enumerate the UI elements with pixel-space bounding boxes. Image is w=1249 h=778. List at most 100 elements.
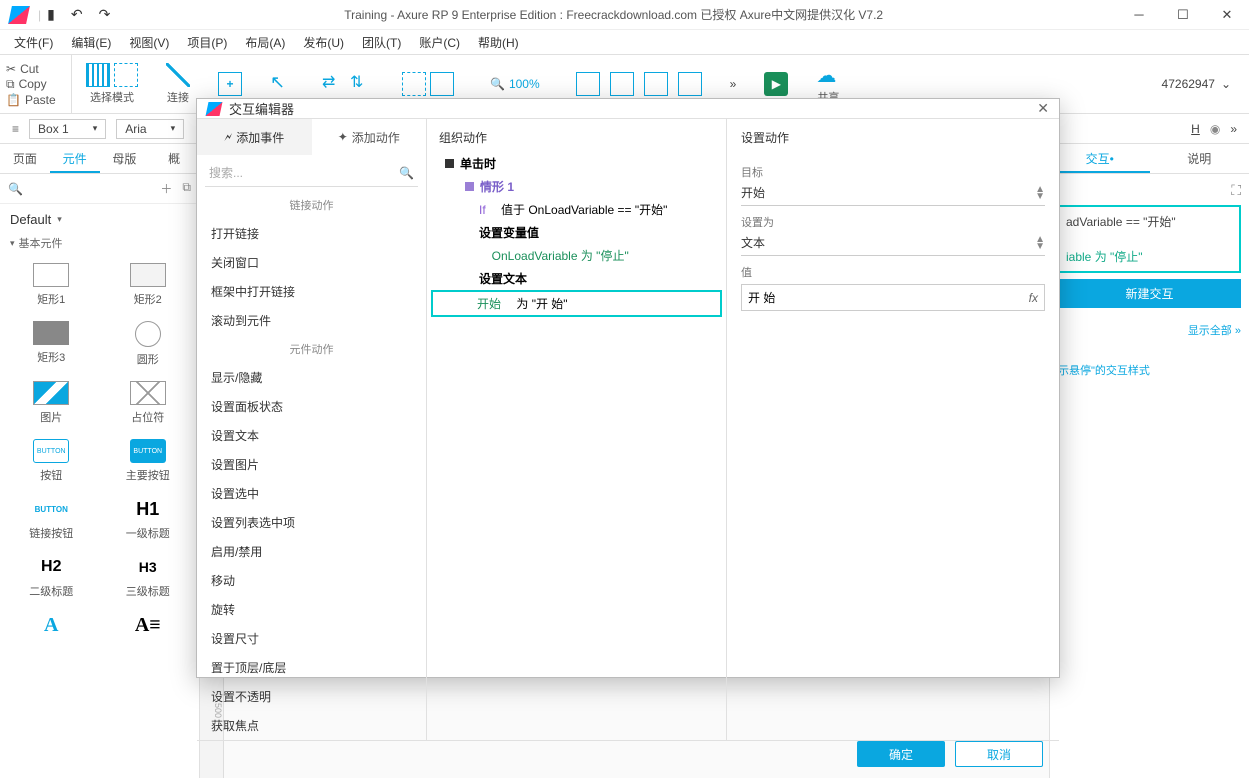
menu-publish[interactable]: 发布(U) (303, 34, 344, 51)
add-icon[interactable]: ＋ (160, 180, 172, 197)
action-size[interactable]: 设置尺寸 (197, 624, 426, 653)
action-move[interactable]: 移动 (197, 566, 426, 595)
right-body: ⛶ adVariable == "开始" iable 为 "停止" 新建交互 显… (1050, 174, 1249, 386)
action-close-window[interactable]: 关闭窗口 (197, 248, 426, 277)
font-select[interactable]: Aria (116, 119, 184, 139)
tab-widgets[interactable]: 元件 (50, 144, 100, 173)
target-select[interactable]: 开始▲▼ (741, 180, 1045, 206)
minimize-button[interactable]: ─ (1117, 0, 1161, 30)
fx-button[interactable]: fx (1029, 291, 1038, 305)
action-search[interactable]: 搜索...🔍 (205, 159, 418, 187)
widget-text2[interactable]: A≡ (103, 609, 194, 641)
zoom-control[interactable]: 🔍100% (468, 77, 562, 91)
action-open-link[interactable]: 打开链接 (197, 219, 426, 248)
maximize-button[interactable]: ☐ (1161, 0, 1205, 30)
tab-outline[interactable]: 概 (149, 144, 199, 173)
shape-select[interactable]: Box 1 (29, 119, 106, 139)
style-icon[interactable]: ≡ (12, 122, 19, 136)
undo-icon[interactable]: ↶ (71, 6, 83, 23)
action-set-image[interactable]: 设置图片 (197, 450, 426, 479)
tab-add-action[interactable]: ✦添加动作 (312, 119, 427, 155)
menu-account[interactable]: 账户(C) (419, 34, 460, 51)
widget-image[interactable]: 图片 (6, 377, 97, 429)
widget-primary[interactable]: BUTTON主要按钮 (103, 435, 194, 487)
redo-icon[interactable]: ↷ (99, 6, 111, 23)
pointer-group[interactable]: ↖ (256, 72, 308, 96)
cancel-button[interactable]: 取消 (955, 741, 1043, 767)
widget-h2[interactable]: H2二级标题 (6, 551, 97, 603)
event-click[interactable]: 单击时 (427, 152, 726, 175)
select-mode-group[interactable]: 选择模式 (72, 63, 152, 105)
new-interaction-button[interactable]: 新建交互 (1058, 279, 1241, 308)
value-input[interactable]: 开 始fx (741, 284, 1045, 311)
menu-layout[interactable]: 布局(A) (245, 34, 285, 51)
action-rotate[interactable]: 旋转 (197, 595, 426, 624)
action-open-in-frame[interactable]: 框架中打开链接 (197, 277, 426, 306)
widget-h3[interactable]: H3三级标题 (103, 551, 194, 603)
widget-rect2[interactable]: 矩形2 (103, 259, 194, 311)
stylebar-more-icon[interactable]: » (1230, 122, 1237, 136)
widget-text1[interactable]: A (6, 609, 97, 641)
tab-masters[interactable]: 母版 (100, 144, 150, 173)
tab-notes[interactable]: 说明 (1150, 144, 1249, 173)
action-set-text[interactable]: 设置文本 (197, 421, 426, 450)
tab-add-event[interactable]: 🗲添加事件 (197, 119, 312, 155)
action-layer[interactable]: 置于顶层/底层 (197, 653, 426, 682)
action-set-list[interactable]: 设置列表选中项 (197, 508, 426, 537)
action-focus[interactable]: 获取焦点 (197, 711, 426, 740)
group-group[interactable] (388, 72, 468, 96)
action-settext-node[interactable]: 设置文本 (427, 267, 726, 290)
library-select[interactable]: Default (0, 204, 199, 231)
hover-style-link[interactable]: 示悬停"的交互样式 (1058, 362, 1241, 378)
menu-file[interactable]: 文件(F) (14, 34, 53, 51)
widget-button[interactable]: BUTTON按钮 (6, 435, 97, 487)
toolbar-more-icon[interactable]: » (716, 77, 751, 91)
menu-help[interactable]: 帮助(H) (478, 34, 519, 51)
action-set-checked[interactable]: 设置选中 (197, 479, 426, 508)
stack-icon[interactable]: ⧉ (182, 180, 191, 197)
expand-icon[interactable]: ⛶ (1058, 182, 1241, 199)
action-setvar-detail[interactable]: OnLoadVariable 为 "停止" (427, 244, 726, 267)
action-opacity[interactable]: 设置不透明 (197, 682, 426, 711)
show-all-link[interactable]: 显示全部 » (1058, 322, 1241, 338)
visibility-icon[interactable]: ◉ (1210, 122, 1220, 136)
setas-select[interactable]: 文本▲▼ (741, 230, 1045, 256)
account-id[interactable]: 47262947⌄ (1144, 77, 1249, 91)
case-1[interactable]: 情形 1 (427, 175, 726, 198)
distribute-group[interactable] (562, 72, 716, 96)
widget-h1[interactable]: H1一级标题 (103, 493, 194, 545)
widget-placeholder[interactable]: 占位符 (103, 377, 194, 429)
widget-circle[interactable]: 圆形 (103, 317, 194, 371)
action-setvar-node[interactable]: 设置变量值 (427, 221, 726, 244)
menu-team[interactable]: 团队(T) (362, 34, 401, 51)
if-condition[interactable]: If 值于 OnLoadVariable == "开始" (427, 198, 726, 221)
tab-interact[interactable]: 交互• (1050, 144, 1150, 173)
insert-group[interactable]: + (204, 72, 256, 96)
tab-pages[interactable]: 页面 (0, 144, 50, 173)
dialog-header[interactable]: 交互编辑器 ✕ (197, 99, 1059, 119)
menu-edit[interactable]: 编辑(E) (71, 34, 111, 51)
align-group[interactable]: ⇄⇅ (308, 72, 388, 96)
widget-rect1[interactable]: 矩形1 (6, 259, 97, 311)
dialog-close-button[interactable]: ✕ (1037, 100, 1049, 117)
paste-button[interactable]: 📋Paste (6, 93, 65, 107)
widget-search[interactable]: 🔍 ＋⧉ (0, 174, 199, 204)
library-category[interactable]: 基本元件 (0, 231, 199, 255)
menu-view[interactable]: 视图(V) (129, 34, 169, 51)
action-show-hide[interactable]: 显示/隐藏 (197, 363, 426, 392)
action-panel-state[interactable]: 设置面板状态 (197, 392, 426, 421)
interaction-summary[interactable]: adVariable == "开始" iable 为 "停止" (1058, 205, 1241, 273)
action-scroll-to[interactable]: 滚动到元件 (197, 306, 426, 335)
action-enable[interactable]: 启用/禁用 (197, 537, 426, 566)
close-button[interactable]: ✕ (1205, 0, 1249, 30)
action-settext-detail[interactable]: 开始 为 "开 始" (431, 290, 722, 317)
menu-project[interactable]: 项目(P) (187, 34, 227, 51)
save-icon[interactable]: ▮ (47, 6, 55, 23)
ok-button[interactable]: 确定 (857, 741, 945, 767)
widget-link[interactable]: BUTTON链接按钮 (6, 493, 97, 545)
value-label: 值 (741, 264, 1045, 280)
copy-button[interactable]: ⧉Copy (6, 77, 65, 92)
preview-group[interactable]: ▶ (750, 72, 802, 96)
widget-rect3[interactable]: 矩形3 (6, 317, 97, 371)
cut-button[interactable]: ✂Cut (6, 62, 65, 76)
